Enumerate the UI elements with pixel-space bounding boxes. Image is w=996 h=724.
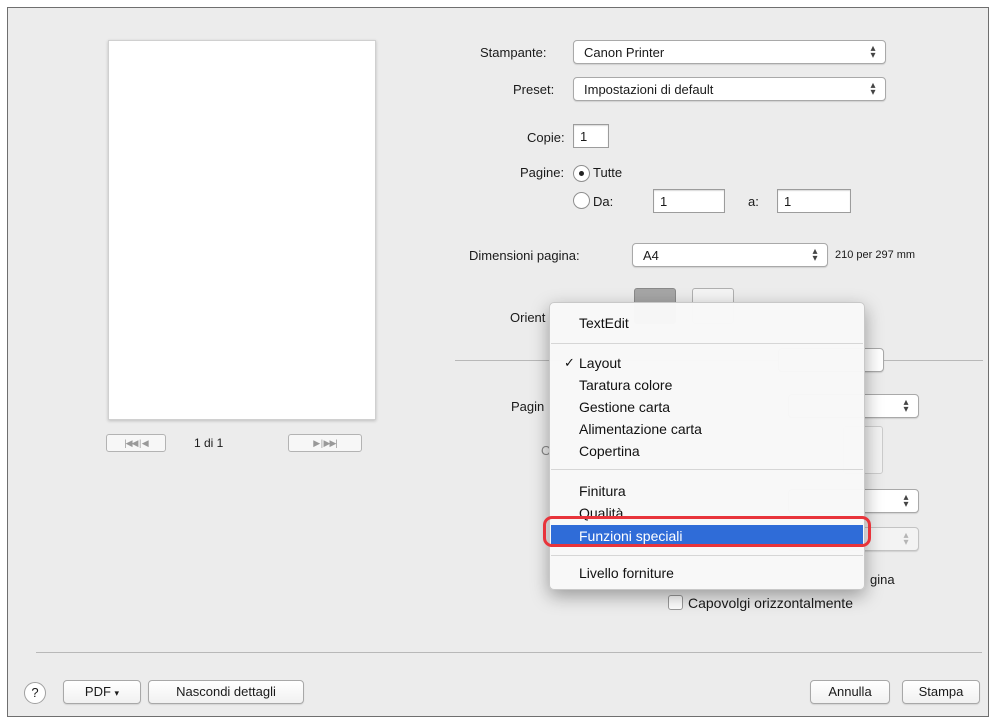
preset-popup[interactable]: Impostazioni di default ▴ ▾ [573,77,886,101]
pages-range-radio[interactable] [573,192,590,209]
copies-label: Copie: [527,130,565,145]
pages-all-radio[interactable] [573,165,590,182]
menu-item-label: Layout [579,355,622,371]
print-button[interactable]: Stampa [902,680,980,704]
pages-to-field[interactable]: 1 [777,189,851,213]
orientation-label: Orient [510,310,546,325]
help-icon: ? [31,685,39,700]
preset-label: Preset: [513,82,555,97]
chevron-updown-icon: ▴ ▾ [903,530,909,548]
menu-item-label: Taratura colore [579,377,673,393]
chevron-updown-icon: ▴ ▾ [870,43,876,61]
chevron-down-icon: ▾ [114,688,120,698]
page-preview [108,40,376,420]
menu-item-finishing[interactable]: Finitura [551,481,863,501]
preview-page-indicator: 1 di 1 [194,436,224,450]
menu-item-label: Finitura [579,483,626,499]
preview-first-prev-buttons[interactable]: |◀◀ | ◀ [106,434,166,452]
radio-selected-dot [579,171,584,176]
pages-all-label: Tutte [593,165,623,180]
menu-item-color-calibration[interactable]: Taratura colore [551,375,863,395]
menu-item-paper-feed[interactable]: Alimentazione carta [551,419,863,439]
menu-separator [551,343,863,344]
menu-item-label: Livello forniture [579,565,674,581]
menu-item-textedit[interactable]: TextEdit [551,313,863,333]
chevron-updown-icon: ▴ ▾ [903,492,909,510]
menu-item-label: TextEdit [579,315,629,331]
menu-item-paper-handling[interactable]: Gestione carta [551,397,863,417]
chevron-updown-icon: ▴ ▾ [812,246,818,264]
flip-horizontal-label: Capovolgi orizzontalmente [688,595,853,611]
printer-popup[interactable]: Canon Printer ▴ ▾ [573,40,886,64]
chevron-updown-icon: ▴ ▾ [870,80,876,98]
paper-size-popup[interactable]: A4 ▴ ▾ [632,243,828,267]
preset-value: Impostazioni di default [584,82,714,97]
menu-item-label: Alimentazione carta [579,421,702,437]
footer-separator [36,652,982,653]
pdf-label: PDF [84,684,111,699]
checkmark-icon: ✓ [564,355,575,370]
copies-field[interactable]: 1 [573,124,609,148]
pages-from-field[interactable]: 1 [653,189,725,213]
menu-item-label: Copertina [579,443,640,459]
printer-label: Stampante: [480,45,547,60]
hide-details-button[interactable]: Nascondi dettagli [148,680,304,704]
pdf-menu-button[interactable]: PDF ▾ [63,680,141,704]
preview-next-last-buttons[interactable]: ▶ | ▶▶| [288,434,362,452]
paper-dimensions-text: 210 per 297 mm [835,249,916,261]
paper-size-value: A4 [643,248,659,263]
paper-size-label: Dimensioni pagina: [469,248,580,263]
help-button[interactable]: ? [24,682,46,704]
printer-value: Canon Printer [584,45,665,60]
menu-item-label: Gestione carta [579,399,671,415]
pages-label: Pagine: [520,165,565,180]
chevron-updown-icon: ▴ ▾ [903,397,909,415]
pages-to-label: a: [748,194,759,209]
menu-separator [551,469,863,470]
pages-range-label: Da: [593,194,614,209]
reverse-orientation-label-partial: gina [870,572,895,587]
menu-item-layout[interactable]: ✓ Layout [551,353,863,373]
cancel-button[interactable]: Annulla [810,680,890,704]
flip-horizontal-checkbox[interactable] [668,595,683,610]
menu-separator [551,555,863,556]
annotation-highlight-ring [543,516,871,547]
pages-per-sheet-label: Pagin [511,399,545,414]
menu-item-supply-levels[interactable]: Livello forniture [551,563,863,583]
menu-item-cover-page[interactable]: Copertina [551,441,863,461]
